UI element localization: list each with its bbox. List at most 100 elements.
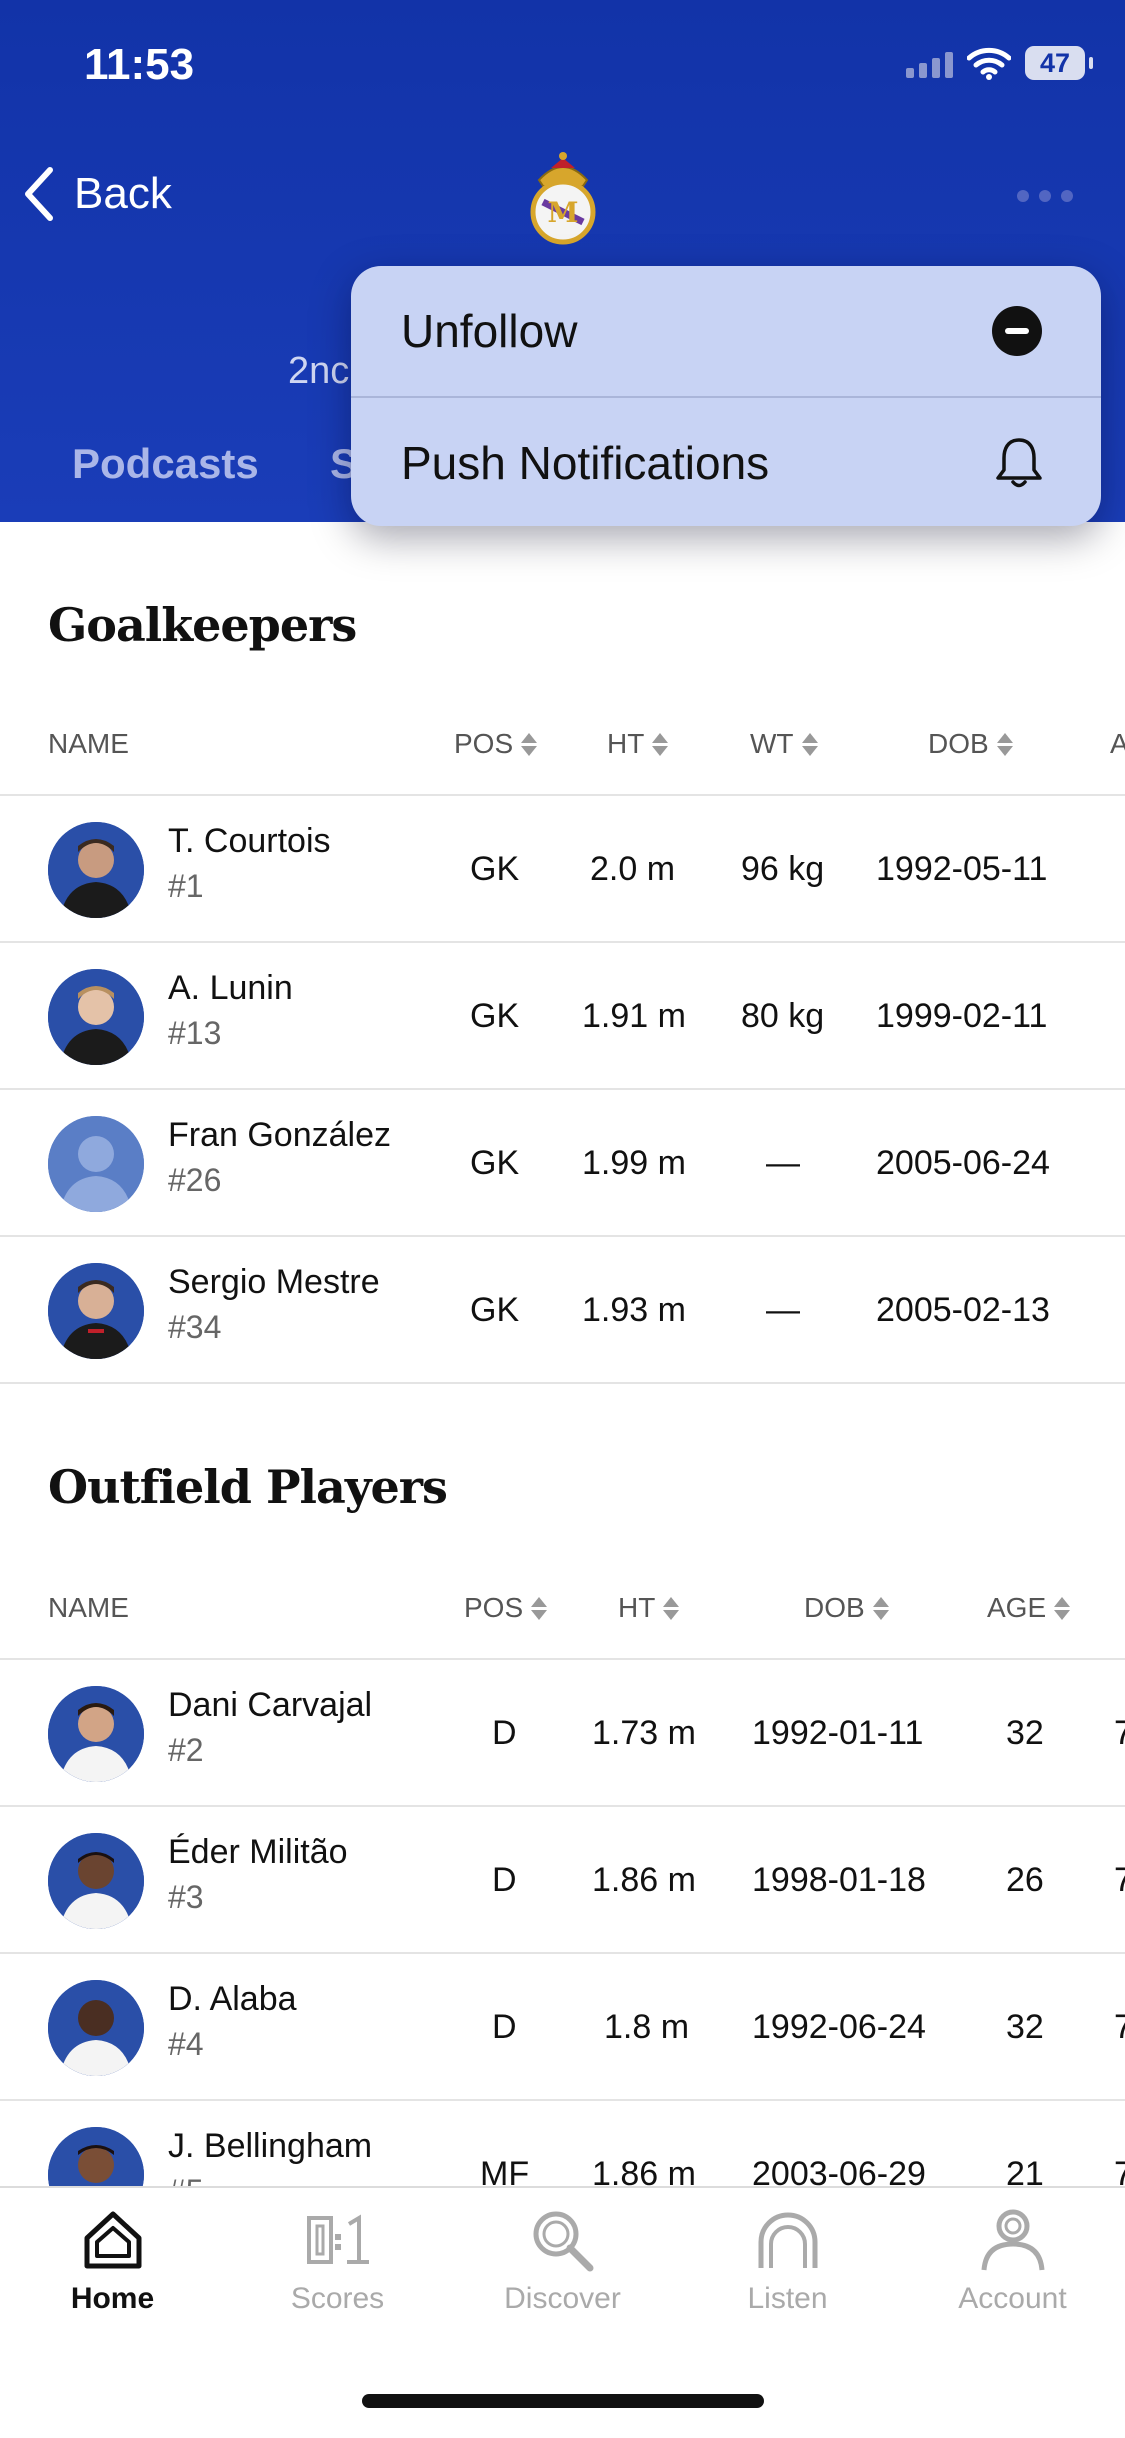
- column-header-name[interactable]: NAME: [48, 1592, 129, 1624]
- player-name: T. Courtois: [168, 822, 331, 860]
- wifi-icon: [967, 47, 1011, 80]
- player-pos: D: [492, 2008, 517, 2046]
- table-row[interactable]: D. Alaba #4 D 1.8 m 1992-06-24 32 7: [0, 1954, 1125, 2101]
- tab-podcasts[interactable]: Podcasts: [72, 440, 259, 488]
- player-number: #1: [168, 868, 204, 904]
- table-row[interactable]: A. Lunin #13 GK 1.91 m 80 kg 1999-02-11: [0, 943, 1125, 1090]
- unfollow-menu-item[interactable]: Unfollow: [351, 266, 1101, 396]
- search-icon: [533, 2211, 593, 2272]
- tab-discover[interactable]: Discover: [450, 2208, 675, 2316]
- player-dob: 1998-01-18: [752, 1861, 926, 1899]
- tab-account[interactable]: Account: [900, 2208, 1125, 2316]
- chevron-left-icon: [25, 167, 53, 221]
- column-header-age[interactable]: AGE: [987, 1592, 1071, 1624]
- unfollow-label: Unfollow: [401, 305, 578, 357]
- outfield-players-title: Outfield Players: [48, 1460, 448, 1514]
- player-number: #2: [168, 1732, 204, 1768]
- sort-icon: [663, 1596, 680, 1620]
- player-avatar: [48, 1686, 144, 1782]
- player-extra-partial: 7: [1114, 1714, 1125, 1752]
- more-dot-icon: [1061, 190, 1073, 202]
- player-height: 1.73 m: [592, 1714, 696, 1752]
- more-dot-icon: [1039, 190, 1051, 202]
- player-name: J. Bellingham: [168, 2127, 373, 2165]
- column-header-wt[interactable]: WT: [750, 728, 818, 760]
- column-header-name[interactable]: NAME: [48, 728, 129, 760]
- more-dot-icon: [1017, 190, 1029, 202]
- player-number: #26: [168, 1162, 222, 1198]
- player-pos: GK: [470, 850, 520, 888]
- player-dob: 1992-06-24: [752, 2008, 926, 2046]
- player-number: #34: [168, 1309, 222, 1345]
- player-height: 1.8 m: [604, 2008, 690, 2046]
- scores-icon: [306, 2214, 369, 2264]
- team-crest-icon: M: [530, 152, 596, 245]
- column-header-dob[interactable]: DOB: [928, 728, 1013, 760]
- player-name: A. Lunin: [168, 969, 293, 1007]
- player-avatar: [48, 822, 144, 918]
- column-header-pos[interactable]: POS: [454, 728, 538, 760]
- sort-icon: [996, 732, 1013, 756]
- player-number: #3: [168, 1879, 204, 1915]
- column-header-dob[interactable]: DOB: [804, 1592, 889, 1624]
- column-header-age-partial[interactable]: A: [1110, 728, 1125, 760]
- back-label: Back: [74, 169, 172, 218]
- player-name: D. Alaba: [168, 1980, 297, 2018]
- push-notifications-menu-item[interactable]: Push Notifications: [351, 396, 1101, 526]
- column-header-pos[interactable]: POS: [464, 1592, 548, 1624]
- sort-icon: [652, 732, 669, 756]
- player-extra-partial: 7: [1114, 2008, 1125, 2046]
- player-age: 32: [1006, 2008, 1044, 2046]
- player-avatar-placeholder: [48, 1116, 144, 1212]
- player-pos: GK: [470, 1291, 520, 1329]
- player-dob: 2005-06-24: [876, 1144, 1050, 1182]
- svg-text:M: M: [548, 196, 579, 229]
- table-row[interactable]: Sergio Mestre #34 GK 1.93 m — 2005-02-13: [0, 1237, 1125, 1384]
- player-weight: —: [766, 1291, 800, 1329]
- player-avatar: [48, 969, 144, 1065]
- bell-icon: [996, 438, 1042, 488]
- tab-scores[interactable]: Scores: [225, 2208, 450, 2316]
- home-indicator: [362, 2394, 764, 2408]
- player-avatar: [48, 1263, 144, 1359]
- table-row[interactable]: Dani Carvajal #2 D 1.73 m 1992-01-11 32 …: [0, 1660, 1125, 1807]
- tab-label: Account: [958, 2282, 1067, 2315]
- tab-home[interactable]: Home: [0, 2208, 225, 2316]
- player-pos: GK: [470, 1144, 520, 1182]
- push-notifications-label: Push Notifications: [401, 437, 770, 489]
- player-dob: 1999-02-11: [876, 997, 1048, 1035]
- player-pos: D: [492, 1714, 517, 1752]
- sort-icon: [521, 732, 538, 756]
- column-header-ht[interactable]: HT: [607, 728, 669, 760]
- player-extra-partial: 7: [1114, 1861, 1125, 1899]
- battery-icon: 47: [1025, 46, 1093, 80]
- player-number: #4: [168, 2026, 204, 2062]
- table-row[interactable]: T. Courtois #1 GK 2.0 m 96 kg 1992-05-11: [0, 796, 1125, 943]
- player-age: 26: [1006, 1861, 1044, 1899]
- player-name: Dani Carvajal: [168, 1686, 373, 1724]
- player-dob: 2005-02-13: [876, 1291, 1050, 1329]
- player-avatar: [48, 1980, 144, 2076]
- tab-listen[interactable]: Listen: [675, 2208, 900, 2316]
- player-pos: GK: [470, 997, 520, 1035]
- back-button[interactable]: Back: [24, 166, 172, 222]
- cellular-signal-icon: [906, 48, 953, 78]
- tab-label: Listen: [747, 2282, 828, 2315]
- table-row[interactable]: Fran González #26 GK 1.99 m — 2005-06-24: [0, 1090, 1125, 1237]
- more-options-button[interactable]: [1017, 190, 1073, 202]
- tab-label: Scores: [290, 2282, 385, 2315]
- column-header-ht[interactable]: HT: [618, 1592, 680, 1624]
- player-weight: 80 kg: [741, 997, 825, 1035]
- player-height: 1.93 m: [582, 1291, 686, 1329]
- goalkeepers-title: Goalkeepers: [48, 598, 357, 652]
- player-height: 1.91 m: [582, 997, 686, 1035]
- player-name: Sergio Mestre: [168, 1263, 380, 1301]
- table-row[interactable]: Éder Militão #3 D 1.86 m 1998-01-18 26 7: [0, 1807, 1125, 1954]
- headphones-icon: [758, 2212, 817, 2268]
- player-name: Éder Militão: [168, 1833, 348, 1871]
- sort-icon: [531, 1596, 548, 1620]
- follow-context-menu: Unfollow Push Notifications: [351, 266, 1101, 526]
- player-avatar: [48, 1833, 144, 1929]
- player-age: 32: [1006, 1714, 1044, 1752]
- player-dob: 1992-01-11: [752, 1714, 924, 1752]
